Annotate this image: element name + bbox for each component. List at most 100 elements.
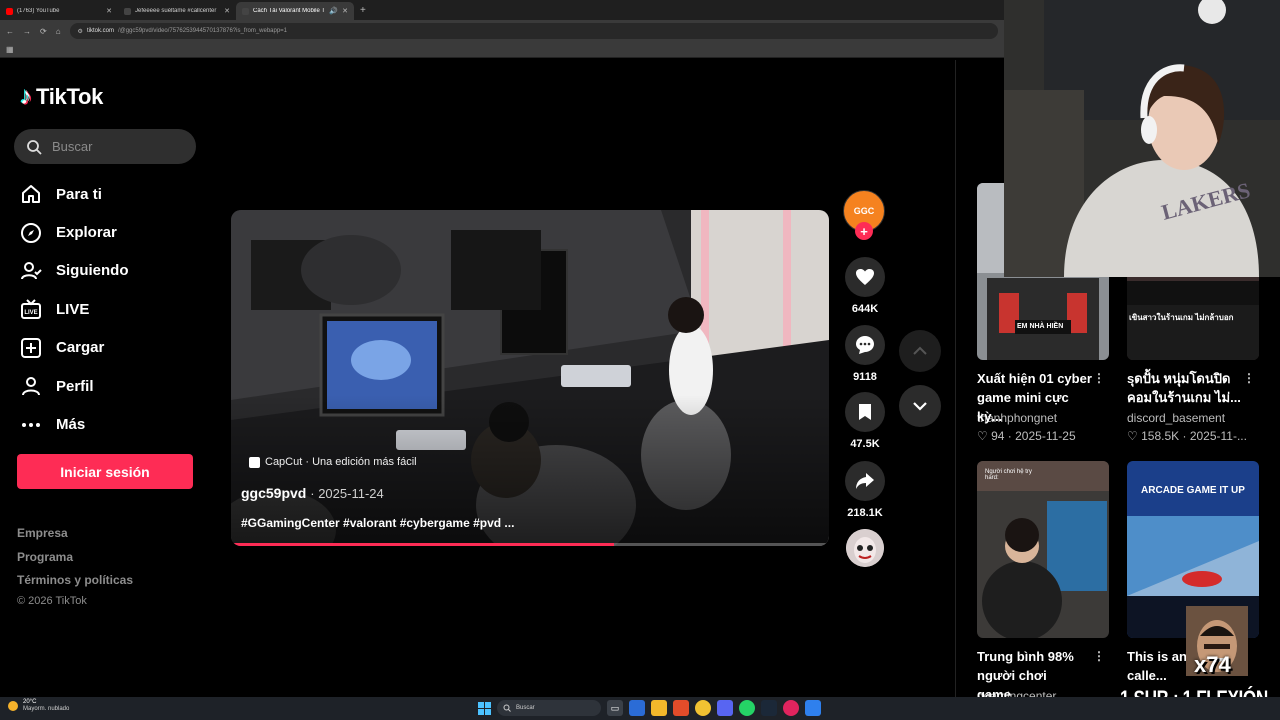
steam-icon[interactable] bbox=[761, 700, 777, 716]
sidebar-item-label: Explorar bbox=[56, 224, 117, 242]
more-options-icon[interactable]: ⋮ bbox=[1243, 369, 1255, 388]
chrome-icon[interactable] bbox=[695, 700, 711, 716]
upload-icon bbox=[21, 337, 41, 358]
site-info-icon[interactable]: ⚙ bbox=[78, 28, 83, 35]
save-action[interactable]: 47.5K bbox=[843, 392, 887, 450]
sidebar-item-live[interactable]: LIVE LIVE bbox=[20, 290, 129, 328]
home-icon bbox=[22, 185, 40, 204]
address-bar: ← → ⟳ ⌂ ⚙ tiktok.com/@ggc59pvd/video/757… bbox=[0, 20, 1004, 42]
video-player[interactable]: CapCut · Una edición más fácil ggc59pvd … bbox=[231, 210, 829, 546]
sidebar-item-explorar[interactable]: Explorar bbox=[20, 213, 129, 251]
whatsapp-icon[interactable] bbox=[739, 700, 755, 716]
share-action[interactable]: 218.1K bbox=[843, 461, 887, 519]
video-nav-arrows bbox=[899, 330, 941, 440]
bookmark-icon bbox=[859, 404, 871, 420]
taskbar-search-placeholder: Buscar bbox=[516, 705, 535, 711]
photos-icon[interactable] bbox=[805, 700, 821, 716]
search-input[interactable]: Buscar bbox=[14, 129, 196, 164]
video-caption[interactable]: #GGamingCenter #valorant #cybergame #pvd… bbox=[241, 516, 514, 530]
video-progress-bar[interactable] bbox=[231, 543, 829, 546]
chevron-down-icon bbox=[913, 402, 927, 411]
share-icon bbox=[856, 473, 874, 489]
tiktok-logo[interactable]: ♪ TikTok bbox=[20, 83, 103, 111]
creator-avatar-wrap[interactable]: GGC + bbox=[843, 190, 885, 240]
footer-links: Empresa Programa Términos y políticas bbox=[17, 526, 133, 597]
sidebar-item-siguiendo[interactable]: Siguiendo bbox=[20, 252, 129, 290]
close-icon[interactable]: ✕ bbox=[342, 7, 348, 15]
office-icon[interactable] bbox=[673, 700, 689, 716]
search-icon bbox=[27, 139, 42, 155]
url-field[interactable]: ⚙ tiktok.com/@ggc59pvd/video/75762539445… bbox=[69, 23, 998, 39]
related-title: sุดปั้น หนุ่มโดนปิดคอมในร้านเกม ไม่... ⋮ bbox=[1127, 369, 1255, 405]
related-author[interactable]: discord_basement bbox=[1127, 411, 1259, 425]
reload-icon[interactable]: ⟳ bbox=[40, 27, 47, 36]
more-icon bbox=[22, 422, 40, 427]
like-action[interactable]: 644K bbox=[843, 257, 887, 315]
sidebar-item-para-ti[interactable]: Para ti bbox=[20, 175, 129, 213]
weather-widget[interactable]: 20°C Mayorm. nublado bbox=[8, 699, 69, 713]
related-thumbnail[interactable]: Người chơi hệ try hard: bbox=[977, 461, 1109, 638]
capcut-label: CapCut · Una edición más fácil bbox=[265, 456, 417, 468]
comment-icon bbox=[856, 336, 874, 354]
sidebar-item-perfil[interactable]: Perfil bbox=[20, 367, 129, 405]
more-options-icon[interactable]: ⋮ bbox=[1093, 647, 1105, 666]
apps-grid-icon[interactable]: ▦ bbox=[6, 45, 14, 54]
sidebar-item-label: Cargar bbox=[56, 339, 105, 357]
copilot-icon[interactable] bbox=[629, 700, 645, 716]
audio-icon[interactable]: 🔊 bbox=[329, 7, 338, 15]
svg-text:LIVE: LIVE bbox=[24, 310, 37, 316]
tiktok-icon bbox=[242, 7, 249, 15]
search-placeholder: Buscar bbox=[52, 139, 93, 154]
meme-webcam: x74 bbox=[1186, 606, 1248, 676]
video-author[interactable]: ggc59pvd bbox=[241, 485, 306, 501]
previous-video-button[interactable] bbox=[899, 330, 941, 372]
weather-desc: Mayorm. nublado bbox=[23, 706, 70, 712]
url-host: tiktok.com bbox=[86, 28, 114, 34]
youtube-icon bbox=[6, 7, 13, 15]
bookmarks-bar: ▦ bbox=[0, 42, 1004, 58]
footer-link-empresa[interactable]: Empresa bbox=[17, 526, 133, 550]
tab-tiktok-1[interactable]: Jefeeeee suéltame #callcenter ✕ bbox=[118, 2, 236, 20]
windows-start-icon[interactable] bbox=[478, 701, 491, 715]
discord-icon[interactable] bbox=[717, 700, 733, 716]
video-date: 2025-11-24 bbox=[318, 486, 384, 501]
capcut-badge[interactable]: CapCut · Una edición más fácil bbox=[249, 456, 417, 468]
comment-action[interactable]: 9118 bbox=[843, 325, 887, 383]
taskbar-apps: Buscar ▭ bbox=[478, 700, 821, 716]
like-count: 644K bbox=[851, 303, 879, 315]
back-icon[interactable]: ← bbox=[6, 27, 14, 36]
related-title: Xuất hiện 01 cyber game mini cực kỳ... ⋮ bbox=[977, 369, 1105, 424]
related-video-card[interactable]: Người chơi hệ try hard: Trung bình 98% n… bbox=[977, 461, 1109, 703]
tab-title: (1763) YouTube bbox=[17, 8, 60, 14]
task-view-icon[interactable]: ▭ bbox=[607, 700, 623, 716]
login-button[interactable]: Iniciar sesión bbox=[17, 454, 193, 489]
footer-link-terminos[interactable]: Términos y políticas bbox=[17, 573, 133, 597]
tab-title: Jefeeeee suéltame #callcenter bbox=[135, 8, 217, 14]
new-tab-button[interactable]: + bbox=[360, 5, 366, 16]
taskbar-search[interactable]: Buscar bbox=[497, 700, 601, 716]
copyright: © 2026 TikTok bbox=[17, 595, 87, 607]
music-disc-icon[interactable] bbox=[846, 529, 884, 567]
tab-tiktok-active[interactable]: Cách Tải Valorant Mobile T 🔊 ✕ bbox=[236, 2, 354, 20]
close-icon[interactable]: ✕ bbox=[224, 7, 230, 15]
next-video-button[interactable] bbox=[899, 385, 941, 427]
action-column: GGC + 644K 9118 47.5K 218.1K bbox=[843, 190, 887, 567]
follow-plus-button[interactable]: + bbox=[855, 222, 873, 240]
tab-title: Cách Tải Valorant Mobile T bbox=[253, 8, 326, 14]
forward-icon[interactable]: → bbox=[23, 27, 31, 36]
footer-link-programa[interactable]: Programa bbox=[17, 550, 133, 574]
sidebar-item-mas[interactable]: Más bbox=[20, 405, 129, 443]
profile-icon bbox=[22, 377, 40, 396]
close-icon[interactable]: ✕ bbox=[106, 7, 112, 15]
related-stats: ♡ 94 · 2025-11-25 bbox=[977, 429, 1076, 443]
sidebar-item-cargar[interactable]: Cargar bbox=[20, 329, 129, 367]
file-explorer-icon[interactable] bbox=[651, 700, 667, 716]
tab-youtube[interactable]: (1763) YouTube ✕ bbox=[0, 2, 118, 20]
video-author-line: ggc59pvd · 2025-11-24 bbox=[241, 485, 384, 501]
related-overlay-text: เขินสาวในร้านเกม ไม่กล้าบอก bbox=[1129, 313, 1234, 322]
share-count: 218.1K bbox=[847, 507, 883, 519]
home-icon[interactable]: ⌂ bbox=[56, 27, 61, 36]
sidebar-item-label: LIVE bbox=[56, 300, 90, 318]
more-options-icon[interactable]: ⋮ bbox=[1093, 369, 1105, 388]
obs-icon[interactable] bbox=[783, 700, 799, 716]
